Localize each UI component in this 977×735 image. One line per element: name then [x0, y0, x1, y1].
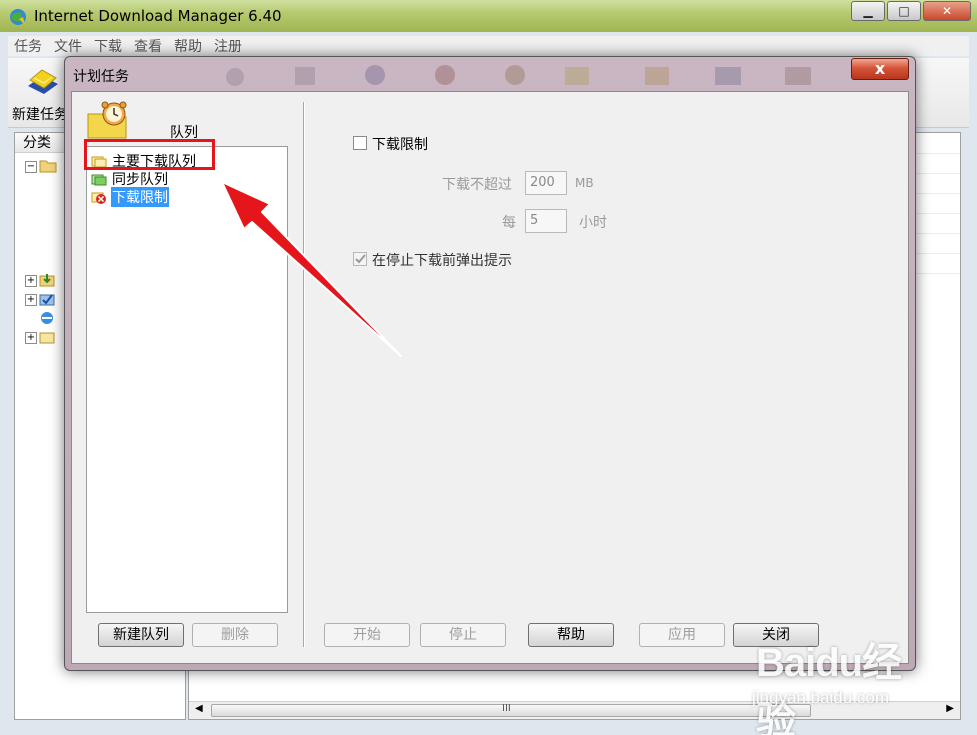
annotation-highlight-box [84, 139, 215, 170]
new-queue-button[interactable]: 新建队列 [98, 623, 184, 647]
ie-icon [41, 312, 53, 324]
tree-collapse-icon[interactable]: − [25, 161, 37, 173]
background-toolbar-ghost [226, 65, 811, 86]
start-button[interactable]: 开始 [324, 623, 410, 647]
main-window-title: Internet Download Manager 6.40 [34, 7, 282, 25]
download-arrow-icon [39, 274, 55, 287]
menu-tasks[interactable]: 任务 [8, 36, 48, 56]
tree-expand-icon[interactable]: + [25, 332, 37, 344]
minimize-icon: ▁ [863, 4, 873, 18]
queue-item-limit[interactable]: 下载限制 [91, 187, 169, 207]
idm-globe-icon [10, 9, 26, 25]
window-controls: ▁ □ ✕ [849, 1, 971, 21]
queue-list: 主要下载队列 同步队列 下载限制 [86, 146, 288, 613]
queue-item-sync[interactable]: 同步队列 [91, 170, 169, 188]
close-icon: ✕ [941, 4, 953, 18]
limit-queue-icon [91, 192, 106, 204]
every-hours-input[interactable]: 5 [525, 209, 567, 233]
menu-download[interactable]: 下载 [88, 36, 128, 56]
tree-expand-icon[interactable]: + [25, 294, 37, 306]
scroll-thumb[interactable]: III [211, 703, 811, 717]
maximize-icon: □ [898, 4, 910, 18]
new-task-icon [28, 69, 58, 94]
prompt-before-stop-checkbox[interactable] [353, 252, 367, 266]
close-icon: x [874, 59, 886, 78]
every-label: 每 [502, 215, 516, 231]
hours-unit-label: 小时 [579, 215, 607, 231]
dialog-client-area: 队列 主要下载队列 同步队列 下载限制 下载限制 下载不超过 200 MB 每 … [71, 91, 909, 664]
new-task-label: 新建任务 [12, 107, 68, 123]
watermark-brand: Baidu经验 [756, 641, 902, 735]
tree-expand-icon[interactable]: + [25, 275, 37, 287]
new-task-button[interactable]: 新建任务 [12, 64, 72, 126]
prompt-before-stop-label: 在停止下载前弹出提示 [372, 253, 512, 269]
dialog-close-button[interactable]: x [851, 58, 909, 80]
folder-open-icon [39, 160, 57, 173]
baidu-watermark: Baidu经验 jingyan.baidu.com [748, 628, 938, 735]
apply-button[interactable]: 应用 [639, 623, 725, 647]
menu-register[interactable]: 注册 [208, 36, 248, 56]
scroll-grip: III [502, 703, 511, 714]
main-close-button[interactable]: ✕ [923, 1, 971, 21]
menu-bar: 任务 文件 下载 查看 帮助 注册 [8, 36, 969, 56]
queue-item-label: 下载限制 [111, 187, 169, 207]
download-limit-label: 下载限制 [372, 137, 428, 153]
dialog-title: 计划任务 [73, 69, 129, 85]
menu-file[interactable]: 文件 [48, 36, 88, 56]
help-button[interactable]: 帮助 [528, 623, 614, 647]
scheduler-clock-icon [87, 101, 127, 139]
download-limit-checkbox[interactable] [353, 136, 367, 150]
checkmark-icon [355, 254, 366, 264]
check-folder-icon [39, 294, 55, 306]
watermark-url: jingyan.baidu.com [752, 688, 890, 707]
stop-button[interactable]: 停止 [420, 623, 506, 647]
mb-unit-label: MB [575, 176, 594, 190]
menu-help[interactable]: 帮助 [168, 36, 208, 56]
delete-queue-button[interactable]: 删除 [192, 623, 278, 647]
scroll-left-icon[interactable]: ◀ [195, 703, 203, 714]
maximize-button[interactable]: □ [887, 1, 921, 21]
main-titlebar: Internet Download Manager 6.40 ▁ □ ✕ [0, 0, 977, 32]
not-exceed-input[interactable]: 200 [525, 171, 567, 195]
sync-queue-icon [91, 174, 107, 186]
not-exceed-label: 下载不超过 [442, 177, 512, 193]
queue-folder-icon [39, 332, 55, 344]
scroll-right-icon[interactable]: ▶ [946, 703, 954, 714]
vertical-separator [303, 102, 305, 647]
minimize-button[interactable]: ▁ [851, 1, 885, 21]
menu-view[interactable]: 查看 [128, 36, 168, 56]
queue-item-label: 同步队列 [112, 172, 168, 188]
